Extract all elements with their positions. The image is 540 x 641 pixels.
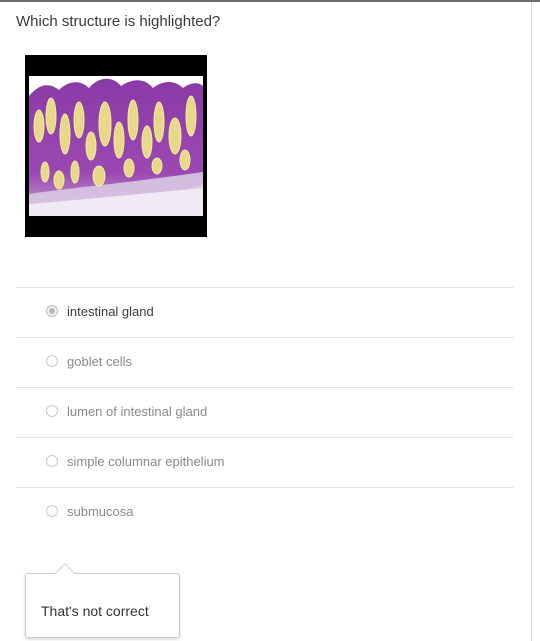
option-label: simple columnar epithelium bbox=[67, 454, 225, 469]
option-label: goblet cells bbox=[67, 354, 133, 369]
option-simple-columnar-epithelium[interactable]: simple columnar epithelium bbox=[16, 437, 514, 487]
radio-button[interactable] bbox=[46, 505, 58, 517]
right-divider bbox=[531, 2, 532, 641]
option-label: lumen of intestinal gland bbox=[67, 404, 208, 419]
feedback-message: That's not correct bbox=[41, 603, 149, 619]
radio-button[interactable] bbox=[46, 355, 58, 367]
radio-button[interactable] bbox=[46, 455, 58, 467]
feedback-tooltip: That's not correct bbox=[25, 573, 180, 638]
radio-button[interactable] bbox=[46, 405, 58, 417]
question-text: Which structure is highlighted? bbox=[16, 13, 221, 30]
option-submucosa[interactable]: submucosa bbox=[16, 487, 514, 537]
option-intestinal-gland[interactable]: intestinal gland bbox=[16, 287, 514, 337]
answer-options: intestinal gland goblet cells lumen of i… bbox=[16, 287, 514, 537]
histology-micrograph-icon bbox=[29, 76, 203, 216]
radio-button-selected[interactable] bbox=[46, 305, 58, 317]
option-label: intestinal gland bbox=[67, 304, 154, 319]
question-image bbox=[25, 55, 207, 237]
top-divider bbox=[0, 0, 540, 2]
option-lumen-of-intestinal-gland[interactable]: lumen of intestinal gland bbox=[16, 387, 514, 437]
option-goblet-cells[interactable]: goblet cells bbox=[16, 337, 514, 387]
option-label: submucosa bbox=[67, 504, 134, 519]
